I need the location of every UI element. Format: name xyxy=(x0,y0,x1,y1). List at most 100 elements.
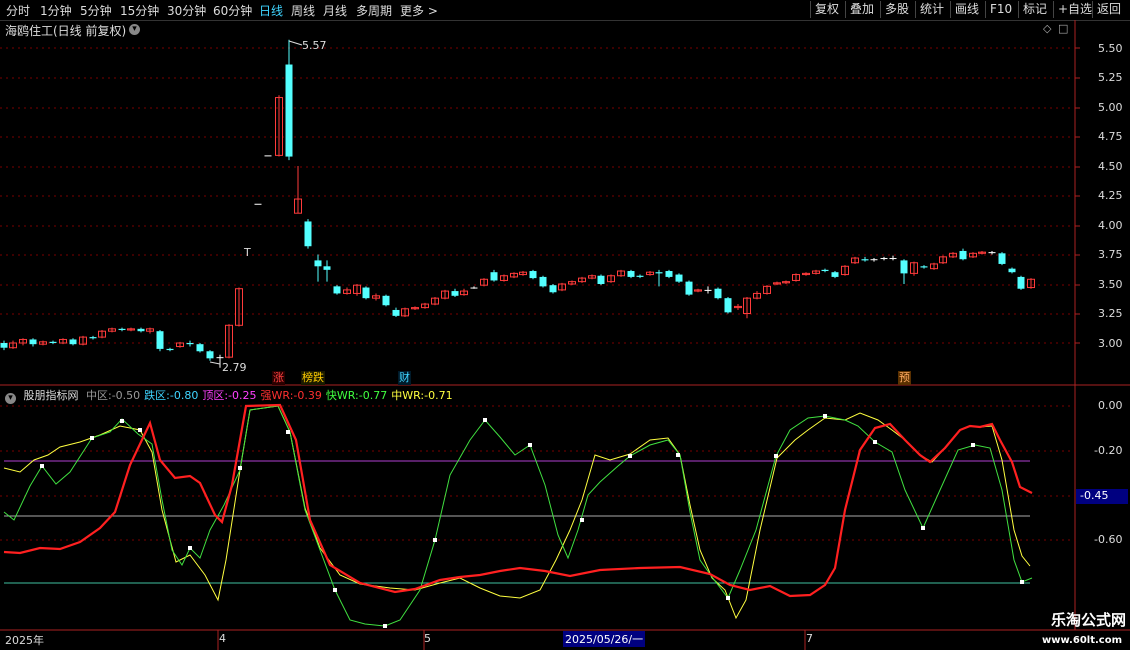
candle-body-down xyxy=(549,285,557,293)
candle-body-down xyxy=(704,289,712,291)
signal-dot xyxy=(238,466,242,470)
event-finance[interactable]: 财 xyxy=(398,371,411,385)
candle-body-down xyxy=(870,259,878,261)
chevron-down-icon[interactable]: ▾ xyxy=(5,393,16,404)
candle-body-down xyxy=(196,344,204,352)
candle-body-down xyxy=(529,271,537,279)
signal-dot xyxy=(188,546,192,550)
event-limit-up[interactable]: 涨 xyxy=(272,371,285,385)
watermark-title: 乐淘公式网 xyxy=(1050,611,1126,629)
candle-body-down xyxy=(821,269,829,272)
signal-dot xyxy=(433,538,437,542)
expand-icon[interactable]: □ xyxy=(1058,22,1068,35)
low-price-label: 2.79 xyxy=(222,361,247,374)
indicator-legend-item: 跌区:-0.80 xyxy=(144,389,199,402)
signal-dot xyxy=(1020,580,1024,584)
signal-dot xyxy=(138,428,142,432)
candle-body-down xyxy=(333,286,341,294)
candle-body-down xyxy=(655,272,663,274)
chevron-down-icon[interactable]: ▾ xyxy=(129,24,140,35)
candle-body-down xyxy=(1008,268,1016,273)
candle-body-down xyxy=(900,260,908,274)
crosshair-date-label: 2025/05/26/一 xyxy=(563,631,646,647)
candle-body-down xyxy=(539,276,547,287)
current-value-tag: -0.45 xyxy=(1076,489,1128,504)
kline-chart[interactable] xyxy=(0,0,1130,650)
candle-body-down xyxy=(285,64,293,157)
indicator-axis-label: -0.20 xyxy=(1094,444,1123,457)
candle-body-down xyxy=(323,266,331,270)
signal-dot xyxy=(383,624,387,628)
indicator-legend-item: 强WR:-0.39 xyxy=(260,389,322,402)
candle-body-down xyxy=(29,339,37,345)
candle-body-down xyxy=(880,258,888,260)
candle-body-down xyxy=(627,271,635,277)
signal-dot xyxy=(483,418,487,422)
candle-body-down xyxy=(724,298,732,313)
candle-body-down xyxy=(0,343,8,348)
indicator-legend-item: 顶区:-0.25 xyxy=(202,389,257,402)
candle-body-down xyxy=(675,274,683,282)
event-board[interactable]: 榜跌 xyxy=(301,371,325,385)
chart-title: 海鸥住工(日线 前复权) xyxy=(5,24,127,38)
signal-dot xyxy=(528,443,532,447)
indicator-legend-item: 快WR:-0.77 xyxy=(325,389,388,402)
signal-dot xyxy=(873,440,877,444)
candle-body-down xyxy=(314,260,322,267)
candle-body-down xyxy=(685,281,693,295)
signal-dot xyxy=(40,464,44,468)
high-price-label: 5.57 xyxy=(302,39,327,52)
candle-body-down xyxy=(118,328,126,331)
price-axis-label: 5.25 xyxy=(1098,71,1123,84)
candle-body-down xyxy=(89,337,97,339)
candle-body-down xyxy=(988,252,996,254)
price-axis-label: 5.50 xyxy=(1098,42,1123,55)
candle-body-down xyxy=(382,295,390,306)
indicator-axis-label: -0.60 xyxy=(1094,533,1123,546)
indicator-axis-label: 0.00 xyxy=(1098,399,1123,412)
candle-body-down xyxy=(186,343,194,345)
signal-dot xyxy=(120,419,124,423)
price-axis-label: 4.25 xyxy=(1098,189,1123,202)
indicator-legend-item: 中WR:-0.71 xyxy=(391,389,453,402)
price-axis-label: 5.00 xyxy=(1098,101,1123,114)
candle-body-down xyxy=(920,266,928,268)
candle-body-down xyxy=(597,275,605,284)
candle-body-down xyxy=(889,258,897,260)
t-marker: T xyxy=(244,246,251,259)
candle-body-down xyxy=(831,272,839,277)
high-pointer xyxy=(288,40,303,46)
date-axis-label: 2025年 xyxy=(5,634,44,647)
price-axis-label: 4.75 xyxy=(1098,130,1123,143)
candle-body-down xyxy=(216,357,224,359)
signal-dot xyxy=(971,443,975,447)
candle-body-down xyxy=(998,253,1006,264)
candle-body-down xyxy=(636,275,644,277)
signal-dot xyxy=(921,526,925,530)
candle-body-down xyxy=(156,331,164,349)
date-axis-label: 7 xyxy=(806,632,813,645)
candle-body-down xyxy=(264,155,272,157)
candle-body-down xyxy=(254,203,262,205)
price-axis-label: 3.25 xyxy=(1098,307,1123,320)
candle-body-down xyxy=(206,351,214,359)
signal-dot xyxy=(333,588,337,592)
event-forecast[interactable]: 预 xyxy=(898,371,911,385)
signal-dot xyxy=(90,436,94,440)
price-axis-label: 3.00 xyxy=(1098,337,1123,350)
candle-body-down xyxy=(304,221,312,247)
signal-dot xyxy=(676,453,680,457)
signal-dot xyxy=(726,596,730,600)
candle-body-down xyxy=(470,287,478,289)
candle-body-down xyxy=(137,328,145,332)
date-axis-label: 4 xyxy=(219,632,226,645)
watermark-url: www.60lt.com xyxy=(1041,635,1122,646)
candle-body-down xyxy=(490,272,498,281)
price-axis-label: 4.00 xyxy=(1098,219,1123,232)
strong-wr-line xyxy=(3,403,1033,598)
diamond-icon[interactable]: ◇ xyxy=(1043,22,1051,35)
candle-body-down xyxy=(861,259,869,261)
candle-body-down xyxy=(714,288,722,299)
mid-wr-line xyxy=(3,405,1031,620)
candle-body-down xyxy=(49,341,57,343)
